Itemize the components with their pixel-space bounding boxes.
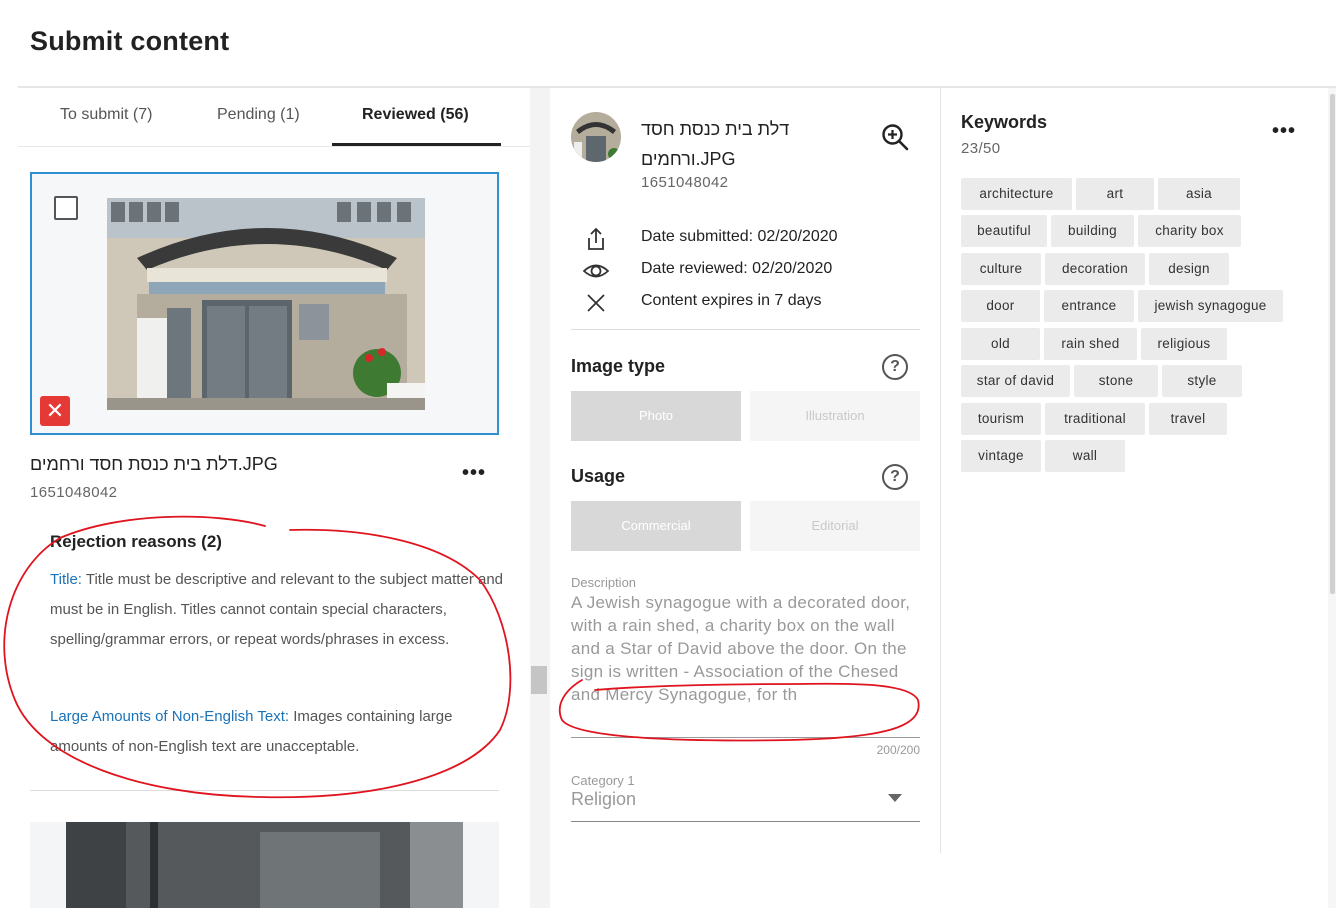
rejection-reasons-title: Rejection reasons (2) (50, 532, 222, 551)
list-divider (30, 790, 499, 791)
description-underline (571, 737, 920, 738)
image-type-photo[interactable]: Photo (571, 391, 741, 441)
content-thumbnail[interactable] (107, 198, 425, 410)
tab-pending[interactable]: Pending (1) (217, 106, 300, 124)
keyword-chip[interactable]: culture (961, 253, 1041, 285)
tab-to-submit[interactable]: To submit (7) (60, 106, 152, 124)
keyword-chip[interactable]: jewish synagogue (1138, 290, 1283, 322)
category1-label: Category 1 (571, 773, 635, 788)
keyword-chip[interactable]: stone (1074, 365, 1158, 397)
page-title: Submit content (30, 26, 230, 56)
more-icon[interactable]: ••• (1272, 120, 1296, 143)
description-label: Description (571, 575, 637, 590)
keyword-chip[interactable]: charity box (1138, 215, 1241, 247)
image-type-illustration[interactable]: Illustration (750, 391, 920, 441)
keyword-chip[interactable]: entrance (1044, 290, 1134, 322)
rejection-reason: Large Amounts of Non-English Text: Image… (50, 702, 510, 762)
usage-title: Usage (571, 466, 626, 486)
tab-bar: To submit (7) Pending (1) Reviewed (56) … (18, 88, 530, 148)
keyword-chip[interactable]: art (1076, 178, 1154, 210)
keyword-chip[interactable]: building (1051, 215, 1134, 247)
keyword-chip[interactable]: tourism (961, 403, 1041, 435)
keyword-chip[interactable]: travel (1149, 403, 1227, 435)
date-submitted: Date submitted: 02/20/2020 (641, 228, 838, 245)
page-scrollbar-thumb[interactable] (1330, 94, 1335, 594)
keywords-panel: Keywords 23/50 ••• architecture art asia… (941, 88, 1336, 908)
help-icon[interactable]: ? (882, 464, 908, 490)
keyword-chip[interactable]: religious (1141, 328, 1227, 360)
keyword-chip[interactable]: beautiful (961, 215, 1047, 247)
details-filename-line: דלת בית כנסת חסד (641, 119, 790, 139)
zoom-in-icon[interactable] (880, 122, 910, 152)
image-type-title: Image type (571, 356, 666, 376)
list-scrollbar-track[interactable] (530, 88, 550, 908)
keywords-title: Keywords (961, 112, 1048, 132)
date-reviewed-row: Date reviewed: 02/20/2020 (571, 258, 921, 284)
content-expires: Content expires in 7 days (641, 292, 822, 309)
item-id: 1651048042 (30, 484, 118, 501)
category1-select[interactable]: Religion (571, 789, 636, 810)
keyword-chip[interactable]: traditional (1045, 403, 1145, 435)
help-icon[interactable]: ? (882, 354, 908, 380)
rejection-reason-text: Title must be descriptive and relevant t… (50, 571, 504, 648)
tab-reviewed[interactable]: Reviewed (56) (362, 106, 469, 124)
usage-commercial[interactable]: Commercial (571, 501, 741, 551)
expires-row: Content expires in 7 days (571, 290, 921, 316)
details-panel: דלת בית כנסת חסד ורחמים.JPG 1651048042 D… (550, 88, 940, 908)
content-card[interactable]: ✕ (30, 172, 499, 435)
keyword-chip[interactable]: design (1149, 253, 1229, 285)
item-filename: דלת בית כנסת חסד ורחמים.JPG (30, 454, 278, 474)
keyword-chip[interactable]: decoration (1045, 253, 1145, 285)
more-icon[interactable]: ••• (462, 462, 486, 485)
date-reviewed: Date reviewed: 02/20/2020 (641, 260, 833, 277)
keyword-chip[interactable]: door (961, 290, 1040, 322)
details-filename: דלת בית כנסת חסד ורחמים.JPG (641, 114, 841, 174)
category1-underline (571, 821, 920, 822)
keywords-count: 23/50 (961, 140, 1001, 157)
list-scrollbar-thumb[interactable] (531, 666, 547, 694)
rejection-reason-key[interactable]: Title: (50, 571, 82, 588)
rejection-reason-key[interactable]: Large Amounts of Non-English Text: (50, 708, 289, 725)
keyword-chip[interactable]: star of david (961, 365, 1070, 397)
content-list-panel: To submit (7) Pending (1) Reviewed (56) … (18, 88, 530, 908)
content-preview-avatar (571, 112, 621, 162)
checkbox-icon[interactable] (54, 196, 78, 220)
description-field[interactable]: A Jewish synagogue with a decorated door… (571, 591, 920, 727)
keyword-chip[interactable]: style (1162, 365, 1242, 397)
content-card[interactable] (30, 822, 499, 908)
keyword-chip[interactable]: rain shed (1044, 328, 1137, 360)
keyword-chip[interactable]: old (961, 328, 1040, 360)
upload-icon (588, 227, 604, 250)
keyword-chip[interactable]: vintage (961, 440, 1041, 472)
description-char-count: 200/200 (876, 743, 920, 757)
details-filename-line: ורחמים.JPG (641, 149, 736, 169)
details-id: 1651048042 (641, 174, 729, 191)
eye-icon (583, 264, 609, 278)
close-icon (587, 294, 605, 312)
tab-divider (18, 146, 530, 147)
rejected-badge: ✕ (40, 396, 70, 426)
usage-editorial[interactable]: Editorial (750, 501, 920, 551)
details-divider (571, 329, 920, 330)
chevron-down-icon[interactable] (888, 794, 902, 802)
rejection-reason: Title: Title must be descriptive and rel… (50, 565, 510, 655)
date-submitted-row: Date submitted: 02/20/2020 (571, 226, 921, 252)
keyword-chip[interactable]: asia (1158, 178, 1240, 210)
keyword-chip[interactable]: architecture (961, 178, 1072, 210)
keyword-chip[interactable]: wall (1045, 440, 1125, 472)
